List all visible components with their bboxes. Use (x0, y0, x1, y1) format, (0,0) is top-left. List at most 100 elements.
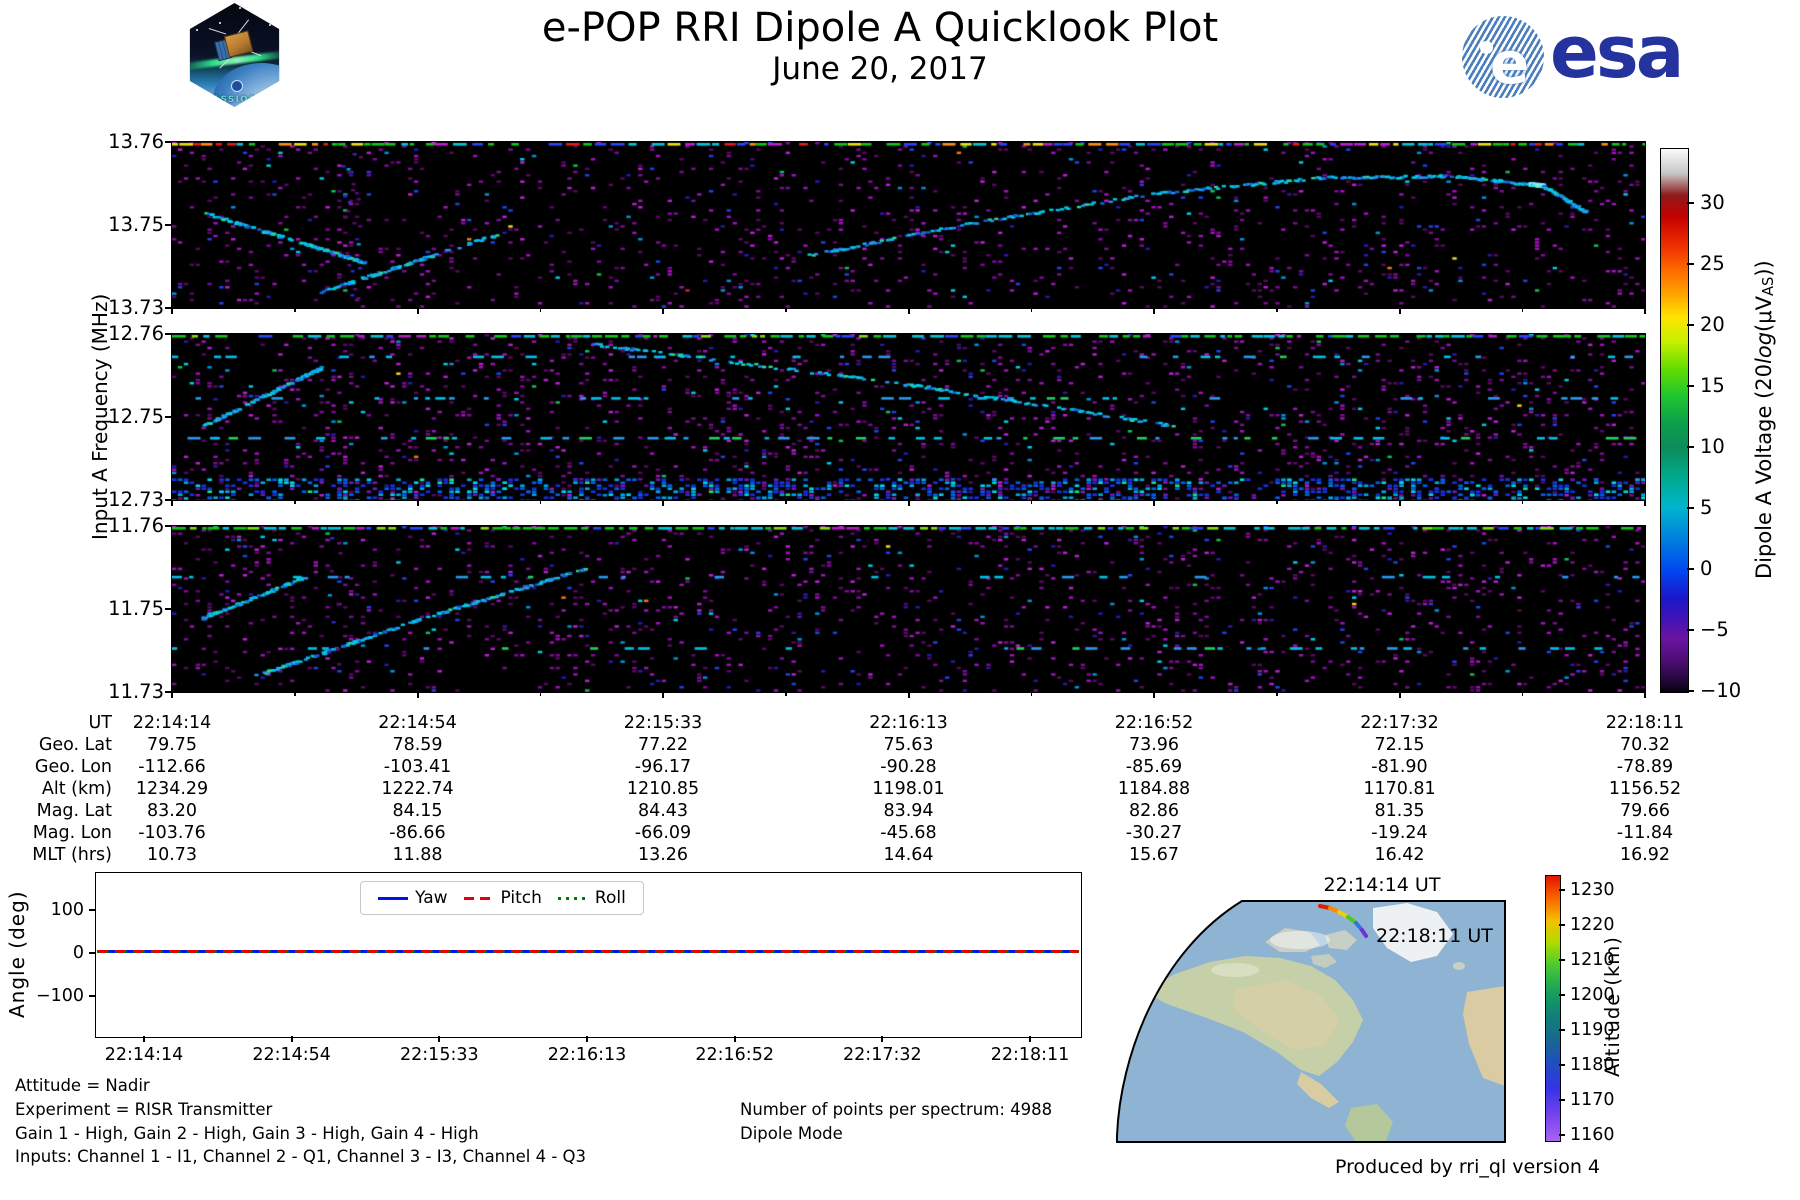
ephemeris-cell: 16.42 (1374, 845, 1425, 865)
ephemeris-cell: -66.09 (634, 823, 692, 843)
ephemeris-cell: 79.66 (1619, 801, 1671, 821)
ephemeris-cell: 81.35 (1374, 801, 1425, 821)
ephemeris-cell: 83.20 (146, 801, 198, 821)
spectrogram-panel-3 (171, 525, 1646, 693)
tick-mark (1398, 500, 1401, 506)
ephemeris-cell: -78.89 (1616, 757, 1674, 777)
tick-mark (1687, 262, 1694, 265)
altitude-colorbar (1545, 875, 1561, 1142)
ephemeris-cell: 22:18:11 (1605, 713, 1685, 733)
time-tick-label: 22:18:11 (990, 1045, 1070, 1065)
quicklook-figure: CASSIOPE e-POP RRI Dipole A Quicklook Pl… (0, 0, 1800, 1200)
ephemeris-cell: 16.92 (1619, 845, 1671, 865)
ephemeris-cell: 22:16:52 (1114, 713, 1194, 733)
tick-mark (662, 692, 664, 698)
cassiope-label: CASSIOPE (204, 94, 265, 105)
tick-mark (1521, 308, 1523, 312)
ephemeris-row-label: Mag. Lat (36, 801, 112, 821)
info-dipole-mode: Dipole Mode (740, 1124, 843, 1143)
tick-mark (907, 308, 910, 314)
ephemeris-cell: -96.17 (634, 757, 692, 777)
freq-tick-label: 12.75 (108, 405, 164, 428)
ephemeris-cell: 1234.29 (135, 779, 209, 799)
tick-mark (171, 308, 173, 314)
tick-mark (1559, 924, 1565, 926)
tick-mark (1398, 692, 1401, 698)
tick-mark (89, 995, 96, 997)
tick-mark (165, 141, 172, 143)
tick-mark (1559, 889, 1565, 891)
tick-mark (1687, 445, 1694, 448)
csa-roundel-icon (230, 79, 243, 92)
legend-item-roll: Roll (557, 888, 626, 908)
tick-mark (1521, 500, 1523, 504)
freq-tick-label: 13.75 (108, 213, 164, 236)
ephemeris-cell: 72.15 (1374, 735, 1425, 755)
info-attitude: Attitude = Nadir (15, 1076, 150, 1095)
tick-mark (1276, 308, 1278, 312)
tick-mark (1276, 500, 1278, 504)
legend-item-yaw: Yaw (378, 888, 448, 908)
tick-mark (1153, 692, 1155, 698)
tick-mark (1559, 1099, 1565, 1101)
tick-mark (907, 500, 910, 506)
ephemeris-row-label: Geo. Lon (34, 757, 112, 777)
freq-tick-label: 11.76 (108, 514, 164, 537)
tick-mark (1687, 567, 1694, 570)
tick-mark (1153, 500, 1155, 506)
ephemeris-cell: 22:14:14 (132, 713, 212, 733)
info-gains: Gain 1 - High, Gain 2 - High, Gain 3 - H… (15, 1124, 479, 1143)
tick-mark (165, 608, 172, 610)
tick-mark (171, 500, 173, 506)
tick-mark (416, 308, 419, 314)
tick-mark (662, 500, 664, 506)
ephemeris-cell: 70.32 (1619, 735, 1671, 755)
tick-mark (290, 1036, 293, 1042)
legend-label-yaw: Yaw (415, 888, 448, 908)
tick-mark (1398, 308, 1401, 314)
ephemeris-cell: 14.64 (883, 845, 934, 865)
ephemeris-cell: 84.15 (392, 801, 443, 821)
yaw-line-sample-icon (378, 896, 409, 900)
tick-mark (1687, 323, 1694, 326)
ephemeris-cell: 22:16:13 (869, 713, 948, 733)
ephemeris-cell: 13.26 (637, 845, 689, 865)
tick-mark (438, 1036, 441, 1042)
ephemeris-cell: 77.22 (637, 735, 689, 755)
info-points-per-spectrum: Number of points per spectrum: 4988 (740, 1100, 1053, 1119)
roll-line-sample-icon (557, 896, 588, 900)
tick-mark (1559, 1029, 1565, 1031)
ephemeris-cell: 84.43 (637, 801, 689, 821)
tick-mark (539, 308, 541, 312)
tick-mark (539, 500, 541, 504)
tick-mark (1559, 1134, 1565, 1136)
tick-mark (1644, 308, 1646, 314)
track-end-label: 22:18:11 UT (1376, 925, 1493, 947)
angle-tick-label: 100 (50, 900, 84, 920)
ephemeris-cell: 22:14:54 (378, 713, 457, 733)
time-tick-label: 22:16:13 (547, 1045, 627, 1065)
tick-mark (662, 308, 664, 314)
freq-tick-label: 13.73 (108, 296, 164, 319)
ephemeris-cell: 15.67 (1128, 845, 1180, 865)
tick-mark (416, 500, 419, 506)
roll-line (96, 950, 1079, 953)
freq-tick-label: 13.76 (108, 130, 164, 153)
angle-tick-label: 0 (72, 943, 84, 963)
ephemeris-cell: -45.68 (880, 823, 937, 843)
tick-mark (294, 692, 296, 696)
page-title: e-POP RRI Dipole A Quicklook Plot (541, 5, 1219, 51)
time-tick-label: 22:14:54 (252, 1045, 331, 1065)
tick-mark (1687, 384, 1694, 387)
freq-tick-label: 11.75 (108, 597, 164, 620)
tick-mark (165, 333, 172, 335)
ephemeris-cell: -90.28 (880, 757, 937, 777)
time-tick-label: 22:14:14 (104, 1045, 184, 1065)
freq-tick-label: 12.73 (108, 488, 164, 511)
ephemeris-cell: -81.90 (1371, 757, 1428, 777)
ephemeris-cell: -85.69 (1125, 757, 1183, 777)
ephemeris-row-label: UT (88, 713, 113, 733)
legend-label-roll: Roll (594, 888, 626, 908)
ephemeris-cell: 82.86 (1128, 801, 1180, 821)
tick-mark (1687, 506, 1694, 509)
